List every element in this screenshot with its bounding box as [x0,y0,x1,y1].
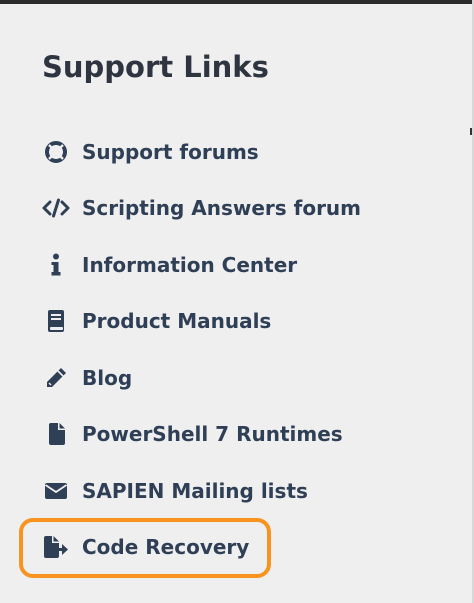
code-icon [42,194,70,222]
top-edge-bar [0,0,474,4]
link-support-forums[interactable]: Support forums [42,124,259,180]
file-export-icon [42,533,70,561]
section-title: Support Links [42,50,269,84]
envelope-icon [42,477,70,505]
link-label: SAPIEN Mailing lists [82,479,308,503]
life-ring-icon [42,138,70,166]
link-sapien-mailing-lists[interactable]: SAPIEN Mailing lists [42,463,308,519]
link-label: Information Center [82,253,298,277]
link-label: Blog [82,366,133,390]
link-powershell-7-runtimes[interactable]: PowerShell 7 Runtimes [42,406,343,462]
link-label: Product Manuals [82,309,272,333]
link-label: Scripting Answers forum [82,196,362,220]
pencil-icon [42,364,70,392]
book-icon [42,307,70,335]
link-label: Support forums [82,140,259,164]
link-product-manuals[interactable]: Product Manuals [42,293,271,349]
link-scripting-answers-forum[interactable]: Scripting Answers forum [42,180,361,236]
file-icon [42,420,70,448]
info-icon [42,251,70,279]
link-blog[interactable]: Blog [42,350,132,406]
link-label: Code Recovery [82,535,250,559]
scroll-tick [470,128,472,135]
link-information-center[interactable]: Information Center [42,237,297,293]
link-code-recovery[interactable]: Code Recovery [42,519,249,575]
link-label: PowerShell 7 Runtimes [82,422,343,446]
